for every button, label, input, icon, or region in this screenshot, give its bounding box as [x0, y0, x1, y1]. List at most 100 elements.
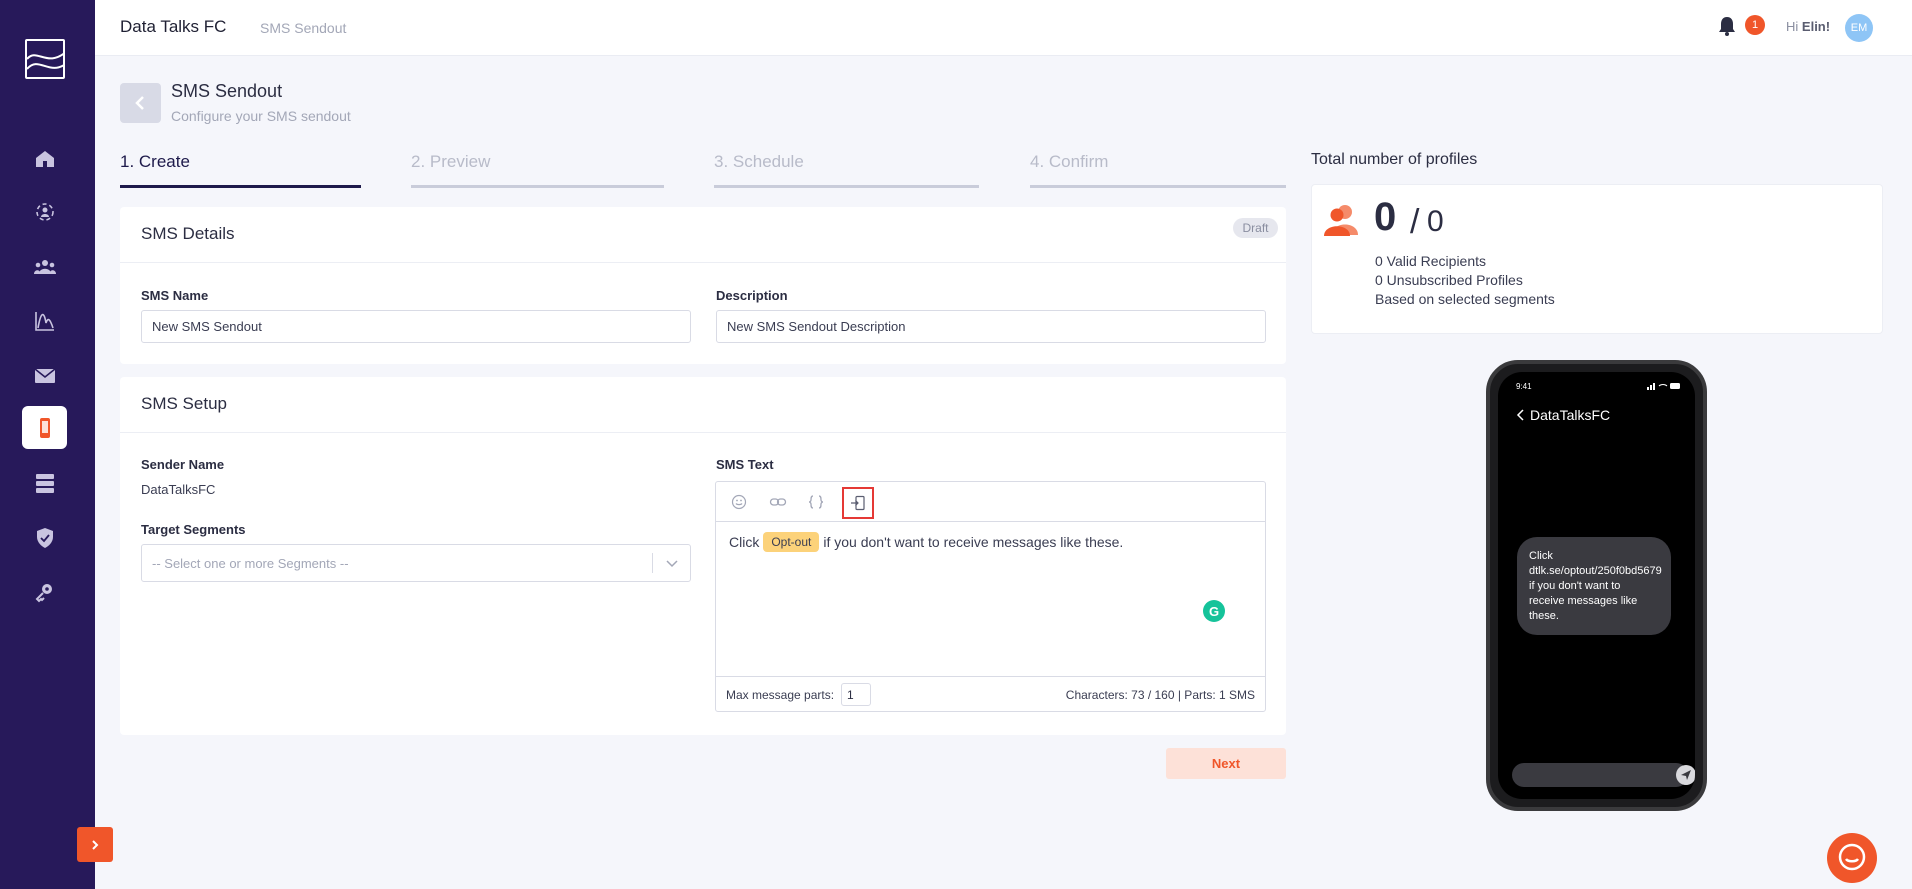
chat-support-button[interactable] [1827, 833, 1877, 883]
phone-sender: DataTalksFC [1516, 407, 1610, 423]
chevron-down-icon[interactable] [664, 555, 680, 571]
sms-text-editor[interactable]: Click Opt-out if you don't want to recei… [715, 481, 1266, 712]
breadcrumb[interactable]: SMS Sendout [260, 20, 346, 36]
count-separator: / [1410, 203, 1420, 241]
chevron-left-icon [134, 96, 144, 110]
nav-security[interactable] [22, 516, 67, 559]
sms-icon [39, 417, 50, 438]
based-on-note: Based on selected segments [1375, 291, 1555, 307]
message-text-start: Click [729, 534, 760, 550]
sms-details-card: SMS Details Draft SMS Name New SMS Sendo… [120, 207, 1286, 364]
send-icon [1676, 765, 1695, 785]
user-greeting: Hi Elin! [1786, 19, 1831, 34]
profiles-card: 0 / 0 0 Valid Recipients 0 Unsubscribed … [1311, 184, 1883, 334]
bubble-line: Click [1529, 550, 1553, 562]
target-segments-label: Target Segments [141, 522, 246, 537]
bubble-line: these. [1529, 610, 1559, 622]
nav-segments[interactable] [22, 190, 67, 233]
people-icon [1324, 205, 1358, 236]
sms-setup-title: SMS Setup [141, 394, 227, 413]
chat-icon [1838, 843, 1866, 871]
audience-icon [33, 259, 56, 274]
divider [120, 432, 1286, 433]
sms-text-label: SMS Text [716, 457, 774, 472]
back-button[interactable] [120, 83, 161, 123]
nav-sms[interactable] [22, 406, 67, 449]
editor-toolbar [716, 482, 1265, 522]
optout-insert-icon [851, 495, 865, 511]
segments-placeholder: -- Select one or more Segments -- [152, 555, 349, 571]
sms-details-title: SMS Details [141, 224, 235, 243]
unsubscribed-profiles: 0 Unsubscribed Profiles [1375, 272, 1523, 288]
step-create-indicator [120, 185, 361, 188]
sender-name-value: DataTalksFC [141, 482, 216, 497]
app-title: Data Talks FC [120, 17, 227, 36]
emoji-button[interactable] [726, 489, 752, 515]
nav-analytics[interactable] [22, 299, 67, 342]
next-button[interactable]: Next [1166, 748, 1286, 779]
link-icon [769, 498, 787, 506]
nav-database[interactable] [22, 461, 67, 504]
key-icon [35, 583, 52, 602]
select-separator [652, 553, 653, 573]
analytics-icon [34, 311, 54, 331]
nav-home[interactable] [22, 137, 67, 180]
sms-message-text[interactable]: Click Opt-out if you don't want to recei… [729, 532, 1123, 552]
character-count: Characters: 73 / 160 | Parts: 1 SMS [1065, 688, 1255, 702]
chevron-right-icon [92, 839, 99, 850]
sms-setup-card: SMS Setup Sender Name DataTalksFC Target… [120, 377, 1286, 735]
shield-icon [36, 527, 53, 548]
max-parts-label: Max message parts: [726, 688, 835, 702]
nav-email[interactable] [22, 353, 67, 396]
optout-chip[interactable]: Opt-out [763, 532, 820, 552]
link-button[interactable] [765, 489, 791, 515]
valid-recipients: 0 Valid Recipients [1375, 253, 1487, 269]
sms-name-input[interactable]: New SMS Sendout [141, 310, 691, 343]
step-create[interactable]: 1. Create [120, 152, 190, 172]
phone-screen: 9:41 DataTalksFC Click dtlk.se/optout/25… [1498, 372, 1695, 799]
editor-footer: Max message parts: 1 Characters: 73 / 16… [716, 676, 1265, 712]
logo[interactable] [25, 39, 65, 79]
bubble-line: dtlk.se/optout/250f0bd5679 [1529, 565, 1662, 577]
description-label: Description [716, 288, 788, 303]
home-icon [35, 150, 54, 167]
nav-audience[interactable] [22, 245, 67, 288]
email-icon [34, 367, 55, 383]
page-title: SMS Sendout [171, 81, 283, 101]
optout-insert-button[interactable] [842, 487, 874, 519]
grammarly-icon[interactable]: G [1203, 600, 1225, 622]
target-segments-select[interactable]: -- Select one or more Segments -- [141, 544, 691, 582]
step-confirm-indicator [1030, 185, 1286, 188]
nav-keys[interactable] [22, 570, 67, 613]
message-bubble: Click dtlk.se/optout/250f0bd5679 if you … [1517, 537, 1671, 635]
step-preview-indicator [411, 185, 664, 188]
notification-badge[interactable]: 1 [1745, 15, 1765, 35]
phone-sender-name: DataTalksFC [1530, 407, 1611, 423]
description-input[interactable]: New SMS Sendout Description [716, 310, 1266, 343]
message-text-end: if you don't want to receive messages li… [823, 534, 1124, 550]
bubble-line: if you don't want to [1529, 580, 1621, 592]
profile-count: 0 [1374, 195, 1397, 239]
database-icon [35, 473, 54, 493]
step-schedule[interactable]: 3. Schedule [714, 152, 804, 172]
variable-icon [808, 495, 824, 509]
step-preview[interactable]: 2. Preview [411, 152, 490, 172]
emoji-icon [731, 494, 747, 510]
phone-message-input [1512, 763, 1688, 787]
avatar[interactable]: EM [1845, 14, 1873, 42]
bubble-line: receive messages like [1529, 595, 1638, 607]
phone-time: 9:41 [1516, 382, 1532, 391]
bell-icon[interactable] [1717, 15, 1737, 37]
top-header: Data Talks FC SMS Sendout 1 Hi Elin! EM [95, 0, 1912, 56]
step-schedule-indicator [714, 185, 979, 188]
page-subtitle: Configure your SMS sendout [171, 108, 351, 124]
segments-icon [35, 202, 54, 221]
divider [120, 262, 1286, 263]
step-confirm[interactable]: 4. Confirm [1030, 152, 1108, 172]
expand-sidebar-button[interactable] [77, 827, 113, 862]
phone-preview: 9:41 DataTalksFC Click dtlk.se/optout/25… [1486, 360, 1707, 811]
sidebar [0, 0, 113, 889]
profile-total: 0 [1427, 205, 1444, 238]
max-parts-input[interactable]: 1 [841, 683, 871, 706]
variable-button[interactable] [803, 489, 829, 515]
